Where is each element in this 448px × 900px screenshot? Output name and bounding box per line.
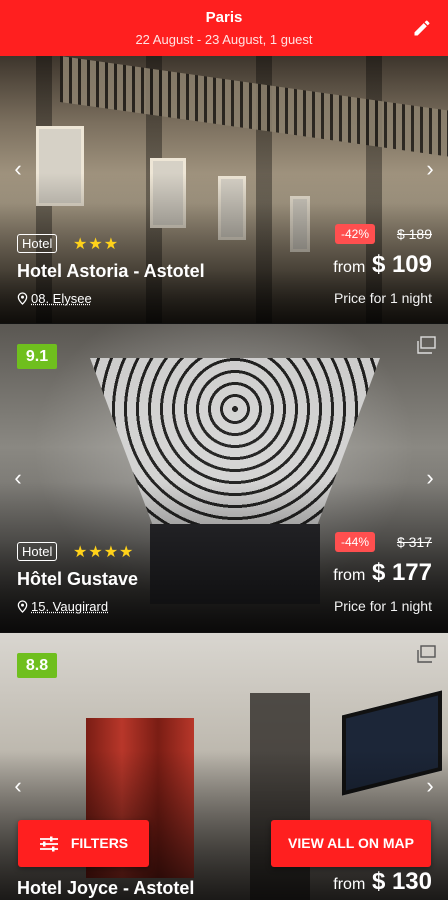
location-label: 15. Vaugirard (31, 599, 109, 614)
price-value: $ 109 (371, 251, 432, 278)
filters-label: FILTERS (70, 835, 129, 851)
original-price: $ 189 (396, 226, 432, 242)
gallery-icon[interactable] (416, 645, 436, 663)
price-note: Price for 1 night (333, 598, 432, 614)
city-title: Paris (205, 9, 243, 26)
filter-sliders-icon (39, 836, 58, 852)
from-label: from (333, 259, 366, 276)
review-score-badge: 9.1 (17, 344, 57, 369)
chevron-right-icon[interactable]: › (420, 467, 440, 489)
price-note: Price for 1 night (333, 290, 432, 306)
discount-badge: -42% (334, 224, 375, 244)
pencil-icon[interactable] (412, 18, 432, 38)
price-value: $ 130 (371, 868, 432, 895)
from-label: from (333, 876, 366, 893)
price-value: $ 177 (371, 559, 432, 586)
dates-guests-summary: 22 August - 23 August, 1 guest (135, 32, 313, 47)
hotel-name: Hôtel Gustave (17, 569, 139, 589)
star-rating: ★★★ (73, 236, 120, 253)
hotel-location[interactable]: 15. Vaugirard (17, 599, 108, 614)
hotel-name: Hotel Astoria - Astotel (17, 261, 205, 281)
price: from $ 109 (333, 251, 432, 279)
accommodation-type-badge: Hotel (17, 234, 58, 253)
location-label: 08. Elysee (31, 291, 92, 306)
balcony-railing (60, 56, 448, 157)
chevron-left-icon[interactable]: ‹ (8, 467, 28, 489)
location-pin-icon (17, 600, 28, 613)
original-price: $ 317 (396, 534, 432, 550)
filters-button[interactable]: FILTERS (18, 820, 149, 867)
from-label: from (333, 567, 366, 584)
chevron-right-icon[interactable]: › (420, 158, 440, 180)
price: from $ 130 (333, 868, 432, 896)
location-pin-icon (17, 292, 28, 305)
price: from $ 177 (333, 559, 432, 587)
chevron-right-icon[interactable]: › (420, 775, 440, 797)
chevron-left-icon[interactable]: ‹ (8, 158, 28, 180)
accommodation-type-badge: Hotel (17, 542, 58, 561)
view-all-on-map-button[interactable]: VIEW ALL ON MAP (271, 820, 431, 867)
hotel-name: Hotel Joyce - Astotel (17, 878, 195, 898)
hotel-card-astoria[interactable]: ‹ › Hotel ★★★ Hotel Astoria - Astotel 08… (0, 56, 448, 323)
hotel-card-gustave[interactable]: 9.1 ‹ › Hotel ★★★★ Hôtel Gustave 15. Vau… (0, 324, 448, 632)
search-header[interactable]: Paris 22 August - 23 August, 1 guest (0, 0, 448, 56)
star-rating: ★★★★ (73, 544, 135, 561)
gallery-icon[interactable] (416, 336, 436, 354)
review-score-badge: 8.8 (17, 653, 57, 678)
chevron-left-icon[interactable]: ‹ (8, 775, 28, 797)
hotel-location[interactable]: 08. Elysee (17, 291, 92, 306)
discount-badge: -44% (334, 532, 375, 552)
